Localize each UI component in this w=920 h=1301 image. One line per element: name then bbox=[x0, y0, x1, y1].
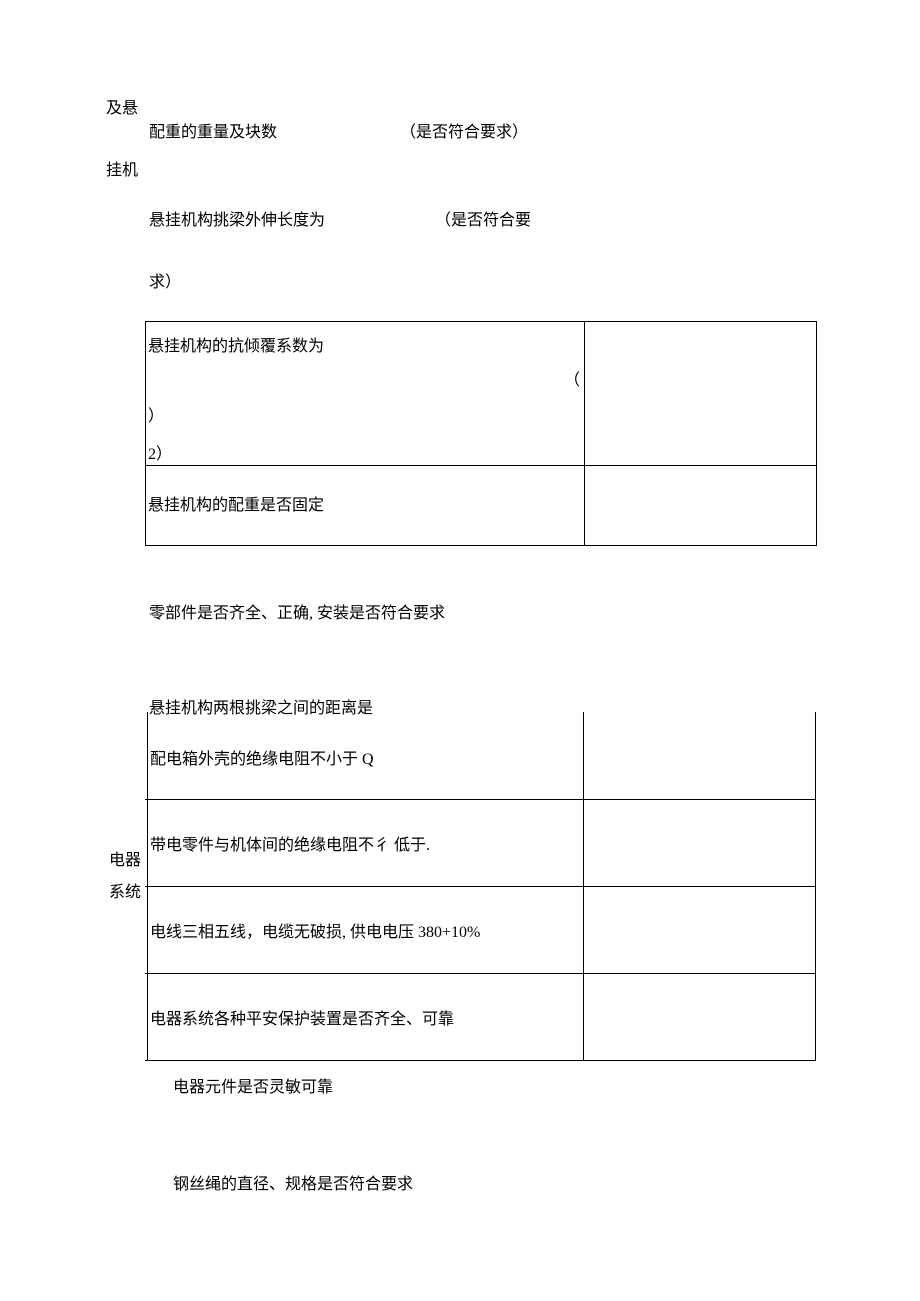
safety-device-result bbox=[584, 973, 816, 1060]
anti-tilt-paren-close: ） bbox=[148, 402, 164, 426]
anti-tilt-paren-open: （ bbox=[564, 366, 580, 390]
beam-extension-requirement: （是否符合要 bbox=[435, 206, 531, 230]
anti-tilt-text: 悬挂机构的抗倾覆系数为 bbox=[148, 332, 324, 356]
insulation-box-result bbox=[584, 712, 816, 799]
safety-device-text: 电器系统各种平安保护装置是否齐全、可靠 bbox=[148, 1005, 583, 1029]
beam-extension-line: 悬挂机构挑梁外伸长度为 bbox=[149, 206, 325, 230]
counterweight-requirement: （是否符合要求） bbox=[400, 118, 528, 142]
electrical-table: 配电箱外壳的绝缘电阻不小于 Q 带电零件与机体间的绝缘电阻不彳 低于. 电线三相… bbox=[145, 712, 816, 1061]
electrical-sensitive-line: 电器元件是否灵敏可靠 bbox=[173, 1073, 333, 1097]
suspension-table: 悬挂机构的抗倾覆系数为 （ ） 2） 悬挂机构的配重是否固定 bbox=[145, 321, 817, 546]
anti-tilt-value: 2） bbox=[148, 440, 172, 464]
anti-tilt-cell: 悬挂机构的抗倾覆系数为 （ ） 2） bbox=[146, 322, 585, 466]
insulation-box-cell: 配电箱外壳的绝缘电阻不小于 Q bbox=[148, 712, 584, 799]
wire-rope-line: 钢丝绳的直径、规格是否符合要求 bbox=[173, 1170, 413, 1194]
electrical-label-b: 系统 bbox=[109, 877, 141, 909]
insulation-parts-text: 带电零件与机体间的绝缘电阻不彳 低于. bbox=[148, 831, 583, 855]
wire-voltage-result bbox=[584, 886, 816, 973]
counterweight-fixed-cell: 悬挂机构的配重是否固定 bbox=[146, 466, 585, 546]
category-label-part2: 挂机 bbox=[106, 156, 138, 180]
counterweight-fixed-result-cell bbox=[585, 466, 817, 546]
electrical-system-label: 电器 系统 bbox=[109, 845, 141, 909]
wire-voltage-text: 电线三相五线，电缆无破损, 供电电压 380+10% bbox=[148, 918, 583, 942]
insulation-parts-result bbox=[584, 799, 816, 886]
counterweight-fixed-text: 悬挂机构的配重是否固定 bbox=[146, 488, 584, 523]
counterweight-line: 配重的重量及块数 bbox=[149, 118, 277, 142]
anti-tilt-result-cell bbox=[585, 322, 817, 466]
document-page: 及悬 挂机 配重的重量及块数 （是否符合要求） 悬挂机构挑梁外伸长度为 （是否符… bbox=[0, 0, 920, 1301]
category-label-part1: 及悬 bbox=[106, 94, 138, 118]
safety-device-cell: 电器系统各种平安保护装置是否齐全、可靠 bbox=[148, 973, 584, 1060]
insulation-parts-cell: 带电零件与机体间的绝缘电阻不彳 低于. bbox=[148, 799, 584, 886]
parts-complete-line: 零部件是否齐全、正确, 安装是否符合要求 bbox=[149, 599, 445, 623]
insulation-box-text: 配电箱外壳的绝缘电阻不小于 Q bbox=[148, 741, 583, 769]
electrical-label-a: 电器 bbox=[109, 845, 141, 877]
beam-extension-requirement-end: 求） bbox=[149, 268, 181, 292]
wire-voltage-cell: 电线三相五线，电缆无破损, 供电电压 380+10% bbox=[148, 886, 584, 973]
